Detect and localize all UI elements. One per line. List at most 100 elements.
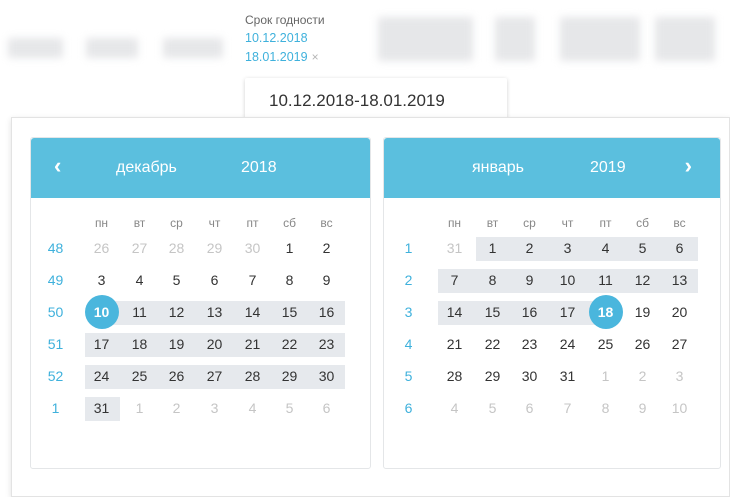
- day-cell[interactable]: 28: [436, 360, 473, 392]
- day-cell[interactable]: 9: [308, 264, 345, 296]
- day-cell[interactable]: 4: [587, 232, 624, 264]
- day-cell[interactable]: 3: [549, 232, 586, 264]
- day-cell[interactable]: 31: [83, 392, 120, 424]
- day-cell[interactable]: 6: [196, 264, 233, 296]
- day-cell[interactable]: 28: [158, 232, 195, 264]
- day-cell[interactable]: 8: [587, 392, 624, 424]
- day-cell[interactable]: 2: [158, 392, 195, 424]
- day-cell-selected[interactable]: 18: [587, 295, 624, 329]
- day-cell[interactable]: 28: [234, 360, 271, 392]
- week-number: 5: [404, 368, 413, 384]
- day-cell[interactable]: 1: [271, 232, 308, 264]
- day-cell[interactable]: 30: [234, 232, 271, 264]
- filter-date-to-row[interactable]: 18.01.2019 ×: [245, 50, 319, 64]
- day-cell[interactable]: 23: [308, 328, 345, 360]
- day-cell[interactable]: 22: [474, 328, 511, 360]
- day-cell[interactable]: 7: [234, 264, 271, 296]
- day-cell[interactable]: 19: [158, 328, 195, 360]
- filter-date-to[interactable]: 18.01.2019: [245, 50, 308, 64]
- day-cell[interactable]: 4: [436, 392, 473, 424]
- day-cell[interactable]: 2: [308, 232, 345, 264]
- datepicker-popup: ‹ декабрь 2018 пн вт ср чт пт сб вс 48 26 27 28 29 3…: [11, 117, 730, 497]
- day-cell[interactable]: 12: [624, 264, 661, 296]
- day-cell[interactable]: 12: [158, 296, 195, 328]
- day-cell[interactable]: 20: [661, 296, 698, 328]
- day-cell[interactable]: 31: [549, 360, 586, 392]
- day-cell[interactable]: 2: [624, 360, 661, 392]
- day-cell[interactable]: 7: [436, 264, 473, 296]
- day-cell[interactable]: 14: [436, 296, 473, 328]
- day-cell[interactable]: 29: [271, 360, 308, 392]
- day-cell[interactable]: 11: [587, 264, 624, 296]
- day-cell[interactable]: 24: [549, 328, 586, 360]
- day-cell[interactable]: 17: [549, 296, 586, 328]
- day-cell[interactable]: 29: [196, 232, 233, 264]
- day-cell[interactable]: 6: [661, 232, 698, 264]
- chevron-left-icon[interactable]: ‹: [54, 155, 61, 177]
- day-cell[interactable]: 8: [271, 264, 308, 296]
- day-cell[interactable]: 10: [661, 392, 698, 424]
- day-cell[interactable]: 13: [196, 296, 233, 328]
- day-cell[interactable]: 13: [661, 264, 698, 296]
- week-number: 3: [404, 304, 413, 320]
- weekday-label: сб: [283, 216, 296, 230]
- day-cell[interactable]: 27: [121, 232, 158, 264]
- day-cell[interactable]: 9: [511, 264, 548, 296]
- month-label[interactable]: декабрь: [116, 159, 177, 177]
- day-cell[interactable]: 26: [624, 328, 661, 360]
- day-cell[interactable]: 3: [196, 392, 233, 424]
- day-cell[interactable]: 4: [234, 392, 271, 424]
- day-cell[interactable]: 25: [587, 328, 624, 360]
- day-cell[interactable]: 1: [474, 232, 511, 264]
- day-cell[interactable]: 27: [196, 360, 233, 392]
- day-cell[interactable]: 17: [83, 328, 120, 360]
- filter-date-from[interactable]: 10.12.2018: [245, 31, 308, 45]
- day-cell[interactable]: 3: [661, 360, 698, 392]
- day-cell-selected[interactable]: 10: [83, 295, 120, 329]
- day-cell[interactable]: 6: [511, 392, 548, 424]
- month-label[interactable]: январь: [472, 159, 524, 177]
- chevron-right-icon[interactable]: ›: [685, 155, 692, 177]
- day-cell[interactable]: 3: [83, 264, 120, 296]
- day-cell[interactable]: 10: [549, 264, 586, 296]
- day-cell[interactable]: 6: [308, 392, 345, 424]
- day-cell[interactable]: 21: [234, 328, 271, 360]
- day-cell[interactable]: 27: [661, 328, 698, 360]
- day-cell[interactable]: 2: [511, 232, 548, 264]
- day-cell[interactable]: 18: [121, 328, 158, 360]
- day-cell[interactable]: 11: [121, 296, 158, 328]
- day-cell[interactable]: 4: [121, 264, 158, 296]
- year-label[interactable]: 2019: [590, 159, 626, 177]
- day-cell[interactable]: 9: [624, 392, 661, 424]
- day-cell[interactable]: 30: [308, 360, 345, 392]
- day-cell[interactable]: 7: [549, 392, 586, 424]
- day-cell[interactable]: 5: [271, 392, 308, 424]
- day-cell[interactable]: 5: [474, 392, 511, 424]
- day-cell[interactable]: 15: [474, 296, 511, 328]
- day-cell[interactable]: 19: [624, 296, 661, 328]
- day-cell[interactable]: 20: [196, 328, 233, 360]
- day-cell[interactable]: 30: [511, 360, 548, 392]
- day-cell[interactable]: 21: [436, 328, 473, 360]
- day-cell[interactable]: 24: [83, 360, 120, 392]
- day-cell[interactable]: 14: [234, 296, 271, 328]
- day-cell[interactable]: 5: [624, 232, 661, 264]
- day-cell[interactable]: 23: [511, 328, 548, 360]
- day-cell[interactable]: 25: [121, 360, 158, 392]
- day-cell[interactable]: 29: [474, 360, 511, 392]
- date-range-input[interactable]: 10.12.2018-18.01.2019: [245, 78, 507, 120]
- day-cell[interactable]: 1: [121, 392, 158, 424]
- calendar-january: январь 2019 › пн вт ср чт пт сб вс 1 31 1 2 3 4 5 6 2 7 8…: [383, 137, 721, 469]
- day-cell[interactable]: 1: [587, 360, 624, 392]
- day-cell[interactable]: 26: [158, 360, 195, 392]
- day-cell[interactable]: 16: [511, 296, 548, 328]
- day-cell[interactable]: 15: [271, 296, 308, 328]
- day-cell[interactable]: 22: [271, 328, 308, 360]
- close-icon[interactable]: ×: [312, 50, 319, 64]
- year-label[interactable]: 2018: [241, 159, 277, 177]
- day-cell[interactable]: 16: [308, 296, 345, 328]
- day-cell[interactable]: 31: [436, 232, 473, 264]
- day-cell[interactable]: 26: [83, 232, 120, 264]
- day-cell[interactable]: 8: [474, 264, 511, 296]
- day-cell[interactable]: 5: [158, 264, 195, 296]
